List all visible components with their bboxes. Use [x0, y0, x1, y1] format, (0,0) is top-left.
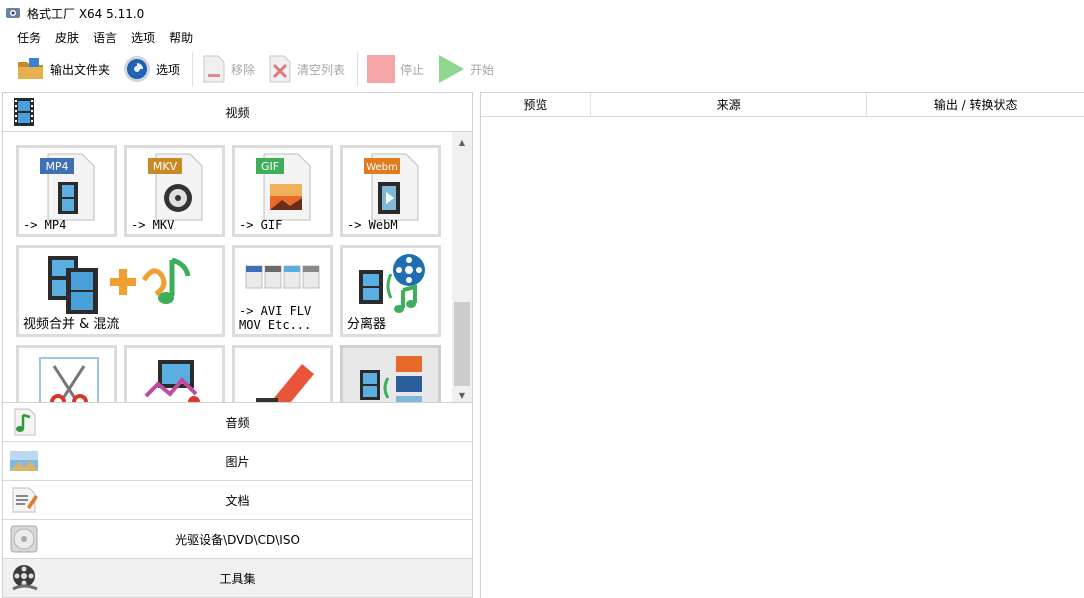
menu-task[interactable]: 任务 — [10, 27, 48, 48]
tile-to-webm-label: -> WebM — [347, 218, 398, 232]
tile-video-effects[interactable] — [124, 345, 225, 402]
stop-icon — [367, 55, 396, 83]
category-tools-label: 工具集 — [219, 571, 256, 586]
tile-video-merge-label: 视频合并 & 混流 — [23, 317, 120, 332]
options-label: 选项 — [156, 62, 181, 77]
clear-list-icon — [269, 55, 291, 83]
toolbar: 输出文件夹 选项 移除 清空列表 停止 开始 — [0, 49, 1084, 89]
category-audio-label: 音频 — [225, 415, 250, 430]
tile-splitter-label: 分离器 — [347, 317, 387, 332]
clear-list-button[interactable]: 清空列表 — [263, 52, 349, 86]
tile-to-mkv-label: -> MKV — [131, 218, 175, 232]
gear-icon — [124, 56, 151, 82]
tile-to-gif-label: -> GIF — [239, 218, 283, 232]
document-icon — [12, 487, 38, 513]
mkv-badge-text: MKV — [153, 160, 178, 173]
toolbar-separator — [357, 52, 359, 86]
tile-crop[interactable] — [16, 345, 117, 402]
stop-button[interactable]: 停止 — [362, 52, 428, 86]
mkv-file-icon: MKV — [148, 153, 203, 221]
film-strip-icon — [14, 98, 34, 126]
output-folder-label: 输出文件夹 — [50, 62, 111, 77]
gif-badge-text: GIF — [261, 160, 279, 173]
remove-icon — [203, 55, 225, 83]
window-title: 格式工厂 X64 5.11.0 — [27, 6, 145, 21]
toolbar-separator — [192, 52, 194, 86]
stop-label: 停止 — [400, 62, 425, 77]
tile-video-to-images[interactable] — [340, 345, 441, 402]
column-output-status[interactable]: 输出 / 转换状态 — [867, 93, 1084, 116]
clear-list-label: 清空列表 — [297, 62, 346, 77]
webm-file-icon: Webm — [364, 153, 419, 221]
webm-badge-text: Webm — [366, 162, 398, 173]
scissors-icon — [39, 357, 99, 402]
task-list-panel: 预览 来源 输出 / 转换状态 — [480, 92, 1084, 598]
category-panel: 视频 MP4 -> MP4 MKV -> MKV GIF -> GIF Webm… — [2, 92, 473, 598]
menu-help[interactable]: 帮助 — [162, 27, 200, 48]
remove-button[interactable]: 移除 — [197, 52, 259, 86]
tile-to-mp4[interactable]: MP4 -> MP4 — [16, 145, 117, 237]
tile-to-gif[interactable]: GIF -> GIF — [232, 145, 333, 237]
gif-file-icon: GIF — [256, 153, 311, 221]
category-audio[interactable]: 音频 — [3, 403, 472, 442]
category-document[interactable]: 文档 — [3, 481, 472, 520]
category-document-label: 文档 — [225, 493, 250, 508]
tile-splitter[interactable]: 分离器 — [340, 245, 441, 337]
mp4-badge-text: MP4 — [45, 160, 68, 173]
tile-to-mkv[interactable]: MKV -> MKV — [124, 145, 225, 237]
tile-remove-logo[interactable] — [232, 345, 333, 402]
remove-label: 移除 — [231, 62, 256, 77]
start-button[interactable]: 开始 — [432, 52, 498, 86]
video-area-scrollbar[interactable]: ▲ ▼ — [452, 132, 472, 402]
scrollbar-thumb[interactable] — [454, 302, 470, 386]
category-tools[interactable]: 工具集 — [3, 559, 472, 598]
video-effects-icon — [144, 360, 200, 402]
picture-icon — [10, 451, 38, 471]
start-label: 开始 — [470, 62, 495, 77]
options-button[interactable]: 选项 — [118, 52, 184, 86]
task-list-header: 预览 来源 输出 / 转换状态 — [481, 93, 1084, 117]
menu-skin[interactable]: 皮肤 — [48, 27, 86, 48]
tile-to-webm[interactable]: Webm -> WebM — [340, 145, 441, 237]
splitter-icon — [359, 254, 425, 313]
category-image[interactable]: 图片 — [3, 442, 472, 481]
video-tools-area: MP4 -> MP4 MKV -> MKV GIF -> GIF Webm ->… — [3, 132, 472, 403]
column-source[interactable]: 来源 — [591, 93, 868, 116]
menu-options[interactable]: 选项 — [124, 27, 162, 48]
category-disc[interactable]: 光驱设备\DVD\CD\ISO — [3, 520, 472, 559]
folder-icon — [18, 58, 43, 79]
category-disc-label: 光驱设备\DVD\CD\ISO — [175, 532, 300, 547]
category-video-label: 视频 — [225, 105, 250, 120]
tile-avi-label-line1: -> AVI FLV — [239, 304, 312, 318]
tile-video-merge[interactable]: 视频合并 & 混流 — [16, 245, 225, 337]
column-preview[interactable]: 预览 — [481, 93, 591, 116]
music-note-icon — [14, 408, 36, 436]
film-reel-icon — [12, 565, 38, 591]
tile-to-avi-flv-mov[interactable]: -> AVI FLV MOV Etc... — [232, 245, 333, 337]
category-video[interactable]: 视频 — [3, 93, 472, 132]
mp4-file-icon: MP4 — [40, 153, 95, 221]
video-merge-icon — [48, 256, 191, 314]
play-icon — [439, 55, 465, 83]
app-logo-icon — [6, 8, 20, 18]
tile-to-mp4-label: -> MP4 — [23, 218, 67, 232]
scroll-up-arrow-icon[interactable]: ▲ — [452, 134, 472, 150]
category-image-label: 图片 — [225, 454, 250, 469]
menu-language[interactable]: 语言 — [86, 27, 124, 48]
tile-avi-label-line2: MOV Etc... — [239, 318, 312, 332]
scroll-down-arrow-icon[interactable]: ▼ — [452, 387, 472, 402]
output-folder-button[interactable]: 输出文件夹 — [12, 52, 114, 86]
disc-drive-icon — [10, 525, 38, 553]
menu-bar: 任务 皮肤 语言 选项 帮助 — [0, 26, 200, 48]
title-bar: 格式工厂 X64 5.11.0 — [0, 0, 1084, 26]
formats-strip-icon — [245, 265, 320, 289]
video-to-images-icon — [360, 356, 422, 402]
eraser-icon — [256, 364, 314, 402]
